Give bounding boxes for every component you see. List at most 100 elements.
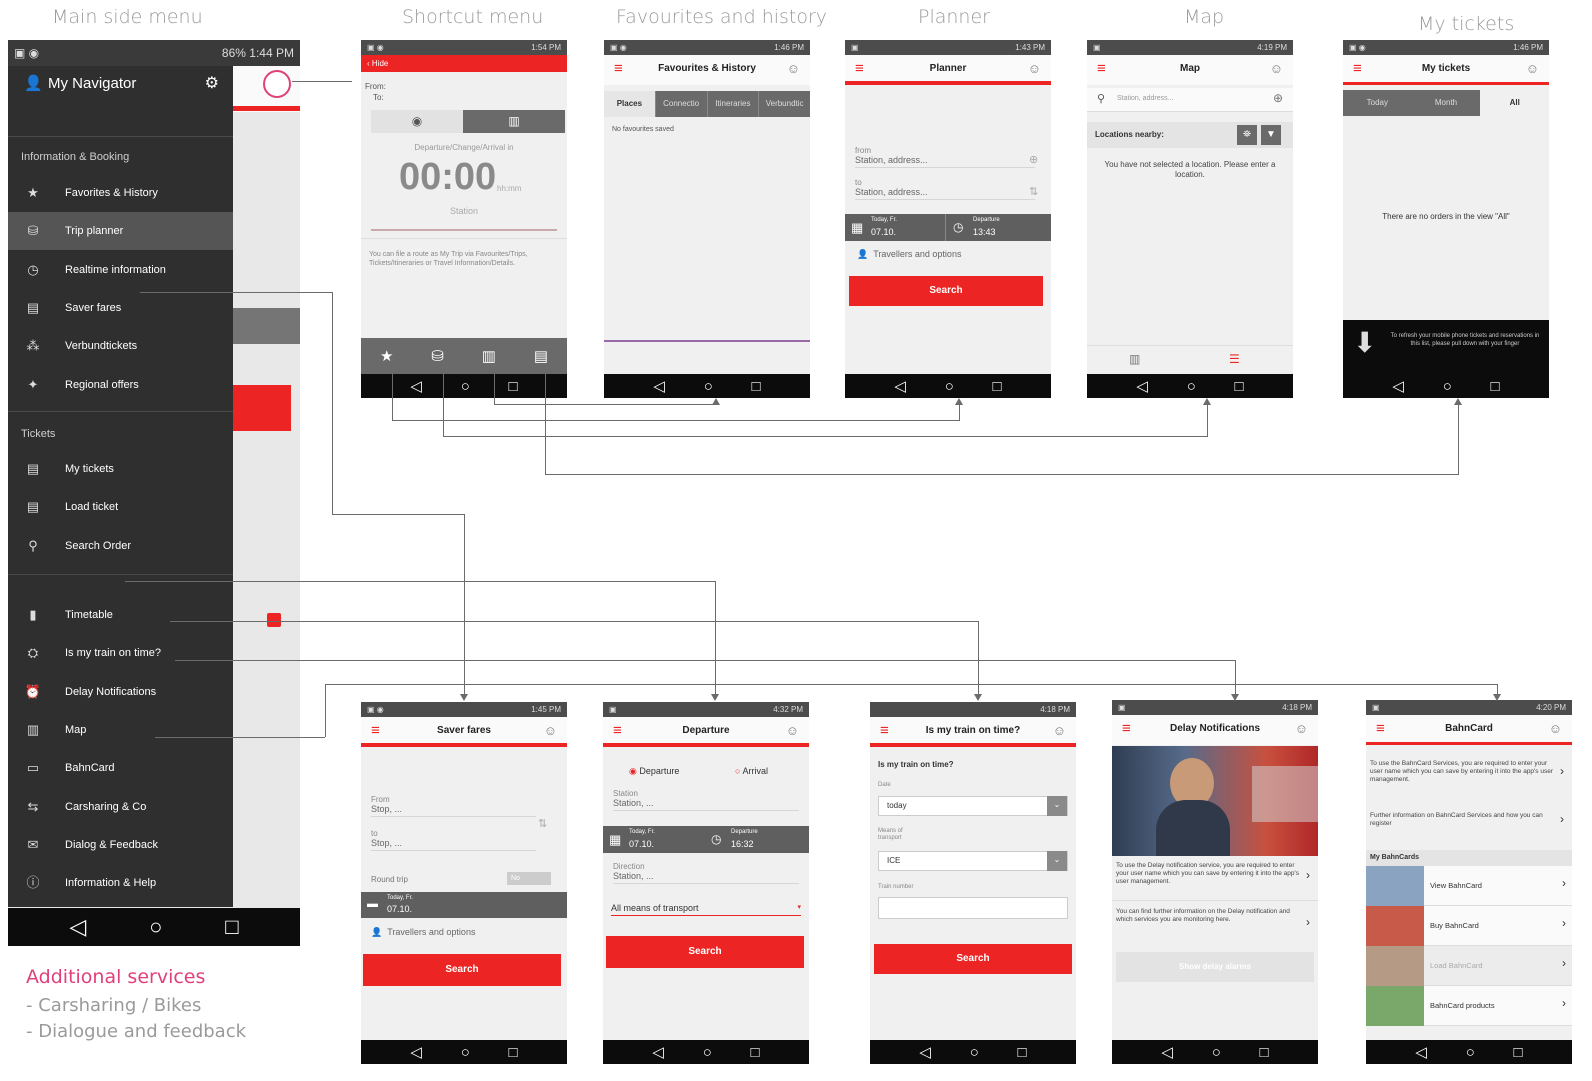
drawer-item[interactable]: ▭ BahnCard xyxy=(8,749,233,787)
recents-icon[interactable]: □ xyxy=(751,1044,760,1061)
recents-icon[interactable]: □ xyxy=(509,378,518,395)
home-icon[interactable]: ○ xyxy=(945,378,954,395)
menu-icon[interactable]: ≡ xyxy=(855,55,864,83)
tab-places[interactable]: Places xyxy=(604,91,655,117)
back-icon[interactable]: ◁ xyxy=(919,1043,931,1061)
means-select[interactable]: All means of transport ▾ xyxy=(611,903,801,916)
recents-icon[interactable]: □ xyxy=(1260,1044,1269,1061)
back-icon[interactable]: ◁ xyxy=(894,377,906,395)
menu-icon[interactable]: ≡ xyxy=(1097,55,1106,83)
drawer-item[interactable]: ▥ Map xyxy=(8,711,233,749)
date-select[interactable]: today ⌄ xyxy=(878,796,1068,816)
date-value[interactable]: 07.10. xyxy=(871,227,896,237)
from-field[interactable]: from Station, address... xyxy=(855,146,1035,168)
bahncard-row[interactable]: Buy BahnCard › xyxy=(1366,906,1572,946)
drawer-item[interactable]: ▤ Load ticket xyxy=(8,488,233,526)
means-select[interactable]: ICE ⌄ xyxy=(878,851,1068,871)
menu-icon[interactable]: ≡ xyxy=(1353,55,1362,83)
back-icon[interactable]: ◁ xyxy=(1161,1043,1173,1061)
tab-month[interactable]: Month xyxy=(1411,90,1481,116)
home-icon[interactable]: ○ xyxy=(1187,378,1196,395)
drawer-item[interactable]: ⚲ Search Order xyxy=(8,527,233,565)
home-icon[interactable]: ○ xyxy=(970,1044,979,1061)
recents-icon[interactable]: □ xyxy=(752,378,761,395)
back-icon[interactable]: ◁ xyxy=(1415,1043,1427,1061)
back-icon[interactable]: ◁ xyxy=(410,377,422,395)
map-icon[interactable]: ▥ xyxy=(482,347,496,365)
tab-today[interactable]: Today xyxy=(1343,90,1412,116)
direction-field[interactable]: Direction Station, ... xyxy=(613,862,799,884)
ticket-icon[interactable]: ▤ xyxy=(534,347,548,365)
tab-verbund[interactable]: Verbundtic xyxy=(758,91,810,117)
user-icon[interactable]: ☺ xyxy=(1053,717,1066,745)
recents-icon[interactable]: □ xyxy=(1018,1044,1027,1061)
search-button[interactable]: Search xyxy=(606,936,804,968)
menu-icon[interactable]: ≡ xyxy=(1376,715,1385,743)
back-icon[interactable]: ◁ xyxy=(653,377,665,395)
home-icon[interactable]: ○ xyxy=(461,1044,470,1061)
tab-itineraries[interactable]: Itineraries xyxy=(706,91,759,117)
home-icon[interactable]: ○ xyxy=(149,914,162,940)
radio-departure[interactable]: ◉ Departure xyxy=(629,766,679,777)
locate-icon[interactable]: ⊕ xyxy=(1029,153,1038,166)
time-slider[interactable] xyxy=(371,229,557,231)
search-input[interactable]: Station, address... xyxy=(1117,95,1173,102)
drawer-item[interactable]: ⛁ Trip planner xyxy=(8,212,233,251)
search-button[interactable]: Search xyxy=(874,944,1072,974)
station-field[interactable]: Station Station, ... xyxy=(613,789,799,811)
back-icon[interactable]: ◁ xyxy=(410,1043,422,1061)
drawer-item[interactable]: ⇆ Carsharing & Co xyxy=(8,788,233,826)
recents-icon[interactable]: □ xyxy=(225,914,238,940)
drawer-item[interactable]: ▮ Timetable xyxy=(8,596,233,634)
from-field[interactable]: From Stop, ... xyxy=(371,795,536,817)
menu-icon[interactable]: ≡ xyxy=(371,717,380,745)
drawer-item[interactable]: ★ Favorites & History xyxy=(8,174,233,212)
bahncard-row[interactable]: BahnCard products › xyxy=(1366,986,1572,1026)
user-icon[interactable]: ☺ xyxy=(1549,715,1562,743)
search-button[interactable]: Search xyxy=(363,954,561,986)
gear-icon[interactable]: ⚙ xyxy=(205,66,219,102)
menu-icon[interactable]: ≡ xyxy=(613,717,622,745)
recents-icon[interactable]: □ xyxy=(1514,1044,1523,1061)
menu-icon[interactable]: ≡ xyxy=(880,717,889,745)
drawer-item[interactable]: ✉ Dialog & Feedback xyxy=(8,826,233,864)
bahncard-row[interactable]: Load BahnCard › xyxy=(1366,946,1572,986)
train-icon[interactable]: ⛁ xyxy=(431,347,444,365)
round-trip-toggle[interactable]: No xyxy=(507,872,551,885)
date-value[interactable]: 07.10. xyxy=(387,904,412,914)
home-icon[interactable]: ○ xyxy=(1212,1044,1221,1061)
user-icon[interactable]: ☺ xyxy=(1295,715,1308,743)
back-icon[interactable]: ◁ xyxy=(69,914,86,940)
search-button[interactable]: Search xyxy=(849,276,1043,306)
drawer-item[interactable]: ⓘ Information & Help xyxy=(8,864,233,902)
home-icon[interactable]: ○ xyxy=(1443,378,1452,395)
map-search-bar[interactable]: ⚲ Station, address... ⊕ xyxy=(1087,88,1293,112)
date-value[interactable]: 07.10. xyxy=(629,839,654,849)
tab-connections[interactable]: Connectio xyxy=(654,91,707,117)
drawer-item[interactable]: ⏰ Delay Notifications xyxy=(8,673,233,711)
back-icon[interactable]: ◁ xyxy=(1392,377,1404,395)
tab-all[interactable]: All xyxy=(1480,90,1549,116)
drawer-item[interactable]: ▤ My tickets xyxy=(8,450,233,488)
map-toggle[interactable]: ▥ xyxy=(463,110,565,133)
time-value[interactable]: 16:32 xyxy=(731,839,754,849)
drawer-item[interactable]: ◷ Realtime information xyxy=(8,251,233,289)
list-view-icon[interactable]: ☰ xyxy=(1229,352,1240,366)
user-icon[interactable]: ☺ xyxy=(1270,55,1283,83)
home-icon[interactable]: ○ xyxy=(1466,1044,1475,1061)
user-icon[interactable]: ☺ xyxy=(544,717,557,745)
user-icon[interactable]: ☺ xyxy=(1028,55,1041,83)
menu-icon[interactable]: ≡ xyxy=(1122,715,1131,743)
travellers-row[interactable]: 👤 Travellers and options xyxy=(371,927,475,938)
drawer-item[interactable]: ⛭ Is my train on time? xyxy=(8,634,233,672)
recents-icon[interactable]: □ xyxy=(509,1044,518,1061)
locate-icon[interactable]: ⊕ xyxy=(1273,91,1283,105)
map-view-icon[interactable]: ▥ xyxy=(1129,352,1140,366)
drawer-item[interactable]: ✦ Regional offers xyxy=(8,366,233,404)
user-icon[interactable]: ☺ xyxy=(1526,55,1539,83)
chevron-right-icon[interactable]: › xyxy=(1560,812,1564,826)
hide-bar[interactable]: ‹ Hide xyxy=(361,55,567,72)
time-value[interactable]: 13:43 xyxy=(973,227,996,237)
chevron-right-icon[interactable]: › xyxy=(1560,764,1564,778)
menu-icon[interactable]: ≡ xyxy=(614,55,623,83)
